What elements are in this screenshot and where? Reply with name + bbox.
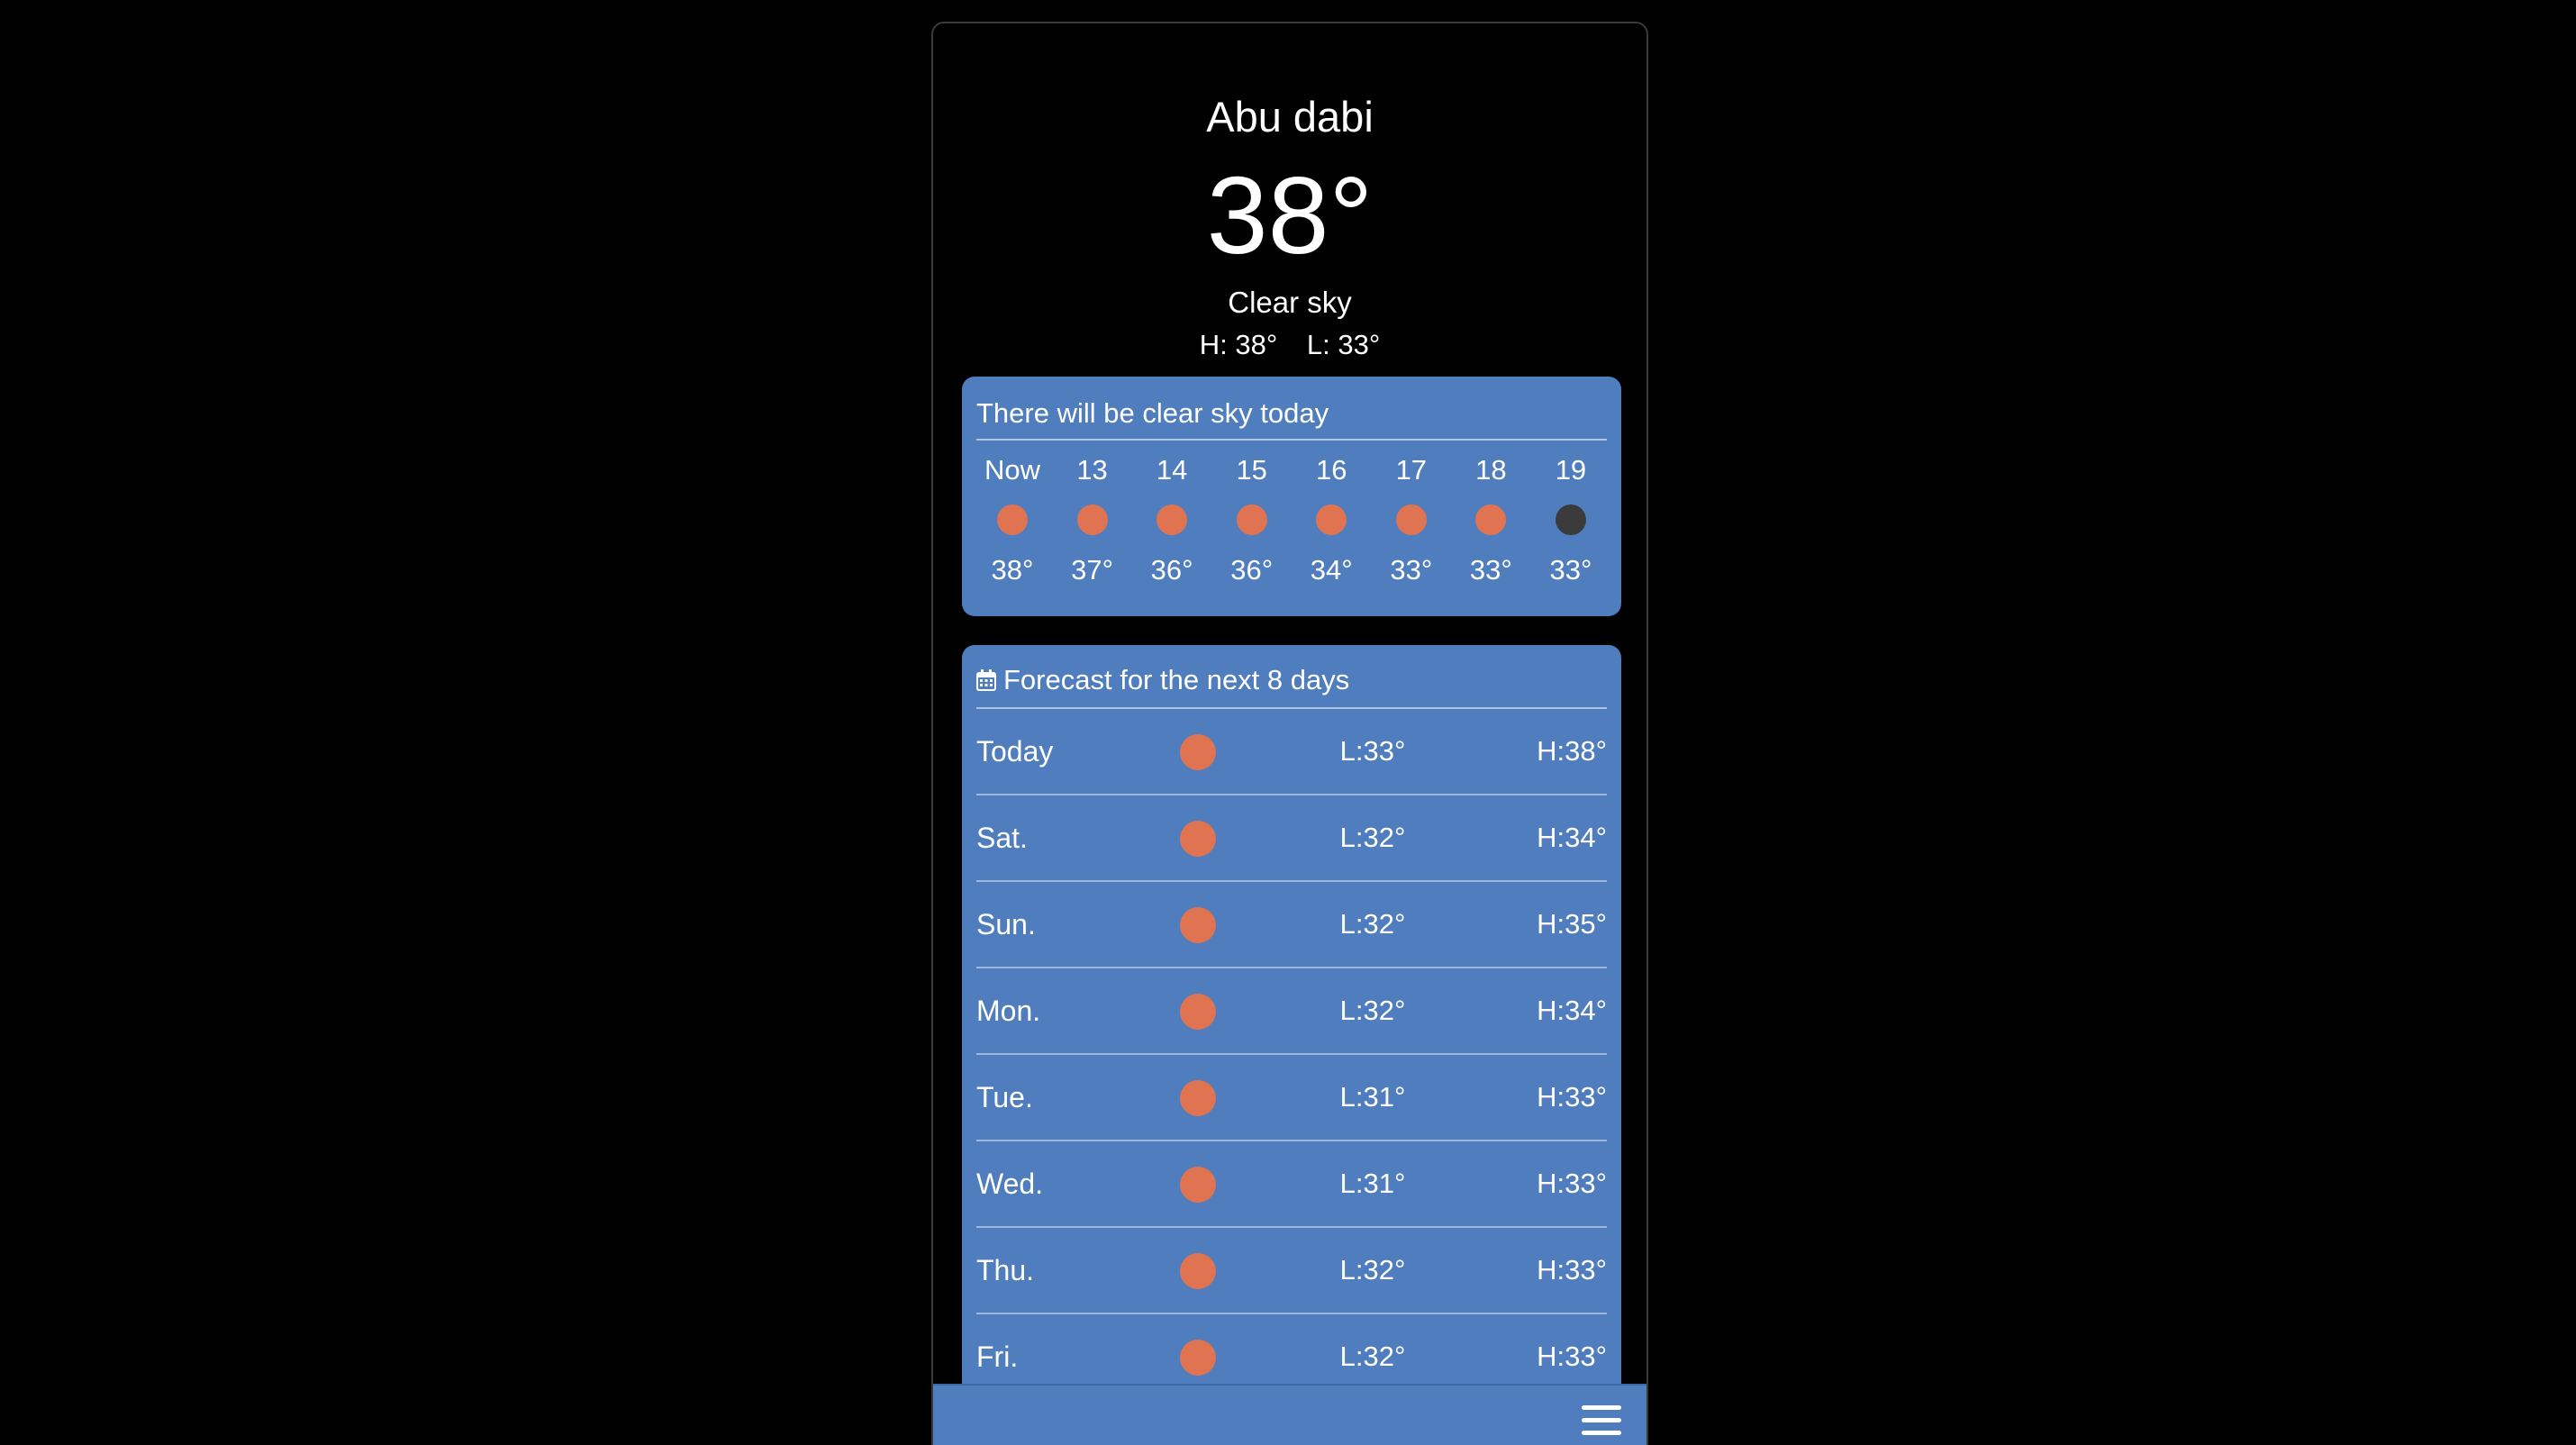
high-low-summary: H: 38° L: 33° [933,328,1646,361]
day-low-temp: L:33° [1339,735,1406,768]
day-name: Fri. [976,1340,1019,1374]
sun-icon [1180,994,1216,1031]
hourly-time: 15 [1236,454,1267,486]
hourly-temp: 38° [991,554,1034,586]
hourly-item: Now 38° [976,453,1048,586]
daily-forecast-header: Forecast for the next 8 days [976,645,1607,710]
day-high-temp: H:33° [1537,1340,1607,1373]
hourly-item: 19 33° [1535,453,1607,586]
hourly-time: 18 [1475,454,1507,486]
hourly-time: 17 [1395,454,1428,486]
hourly-time: 19 [1555,454,1587,486]
daily-forecast-row: Sun. L:32° H:35° [976,882,1607,969]
hamburger-menu-icon[interactable] [1582,1405,1621,1441]
weather-app-frame: Abu dabi 38° Clear sky H: 38° L: 33° The… [931,22,1648,1445]
hourly-item: 15 36° [1216,453,1288,586]
day-name: Wed. [976,1168,1044,1201]
sun-icon [1180,734,1216,771]
current-condition: Clear sky [1228,286,1352,319]
menu-line [1582,1418,1621,1422]
hourly-temp: 36° [1230,554,1274,586]
daily-forecast-row: Wed. L:31° H:33° [976,1141,1607,1229]
calendar-icon [976,669,996,691]
day-low-temp: L:32° [1339,995,1406,1027]
bottom-nav-bar [933,1384,1646,1445]
today-low: L: 33° [1306,329,1381,360]
hourly-temp: 36° [1150,554,1193,586]
sun-icon [1316,504,1347,536]
day-low-temp: L:31° [1339,1081,1406,1113]
day-high-temp: H:33° [1537,1081,1607,1113]
day-low-temp: L:32° [1339,822,1406,854]
day-high-temp: H:35° [1537,908,1607,941]
sun-icon [1475,504,1507,536]
hourly-temp: 37° [1071,554,1113,586]
daily-forecast-row: Today L:33° H:38° [976,709,1607,796]
sun-icon [1076,504,1108,536]
hourly-time: 14 [1156,454,1188,486]
sun-icon [1156,504,1188,536]
sun-icon [1180,1167,1216,1204]
hourly-forecast-title: There will be clear sky today [976,377,1607,441]
sun-icon [1180,1080,1216,1117]
hourly-temp: 34° [1310,554,1353,586]
day-low-temp: L:32° [1339,1340,1406,1373]
hourly-forecast-card: There will be clear sky today Now 38° 13 37… [962,377,1621,616]
hourly-temp: 33° [1469,554,1512,586]
hourly-item: 17 33° [1375,453,1447,586]
day-low-temp: L:32° [1339,908,1406,941]
daily-forecast-row: Mon. L:32° H:34° [976,968,1607,1056]
day-name: Today [976,735,1054,768]
hourly-forecast-list: Now 38° 13 37° 14 36° 15 36° 16 34° 17 33° 18 33° 19 33… [976,453,1607,586]
day-name: Tue. [976,1081,1033,1114]
sun-icon [1180,1253,1216,1290]
daily-forecast-title: Forecast for the next 8 days [1003,664,1350,695]
hourly-time: 13 [1076,454,1108,486]
hourly-time: 16 [1316,454,1347,486]
day-name: Thu. [976,1254,1035,1287]
day-name: Mon. [976,995,1041,1028]
daily-forecast-row: Tue. L:31° H:33° [976,1055,1607,1142]
city-name: Abu dabi [1206,93,1374,141]
daily-forecast-list: Today L:33° H:38° Sat. L:32° H:34° Sun. L:32° H:… [976,709,1607,1402]
day-high-temp: H:34° [1537,995,1607,1027]
hourly-temp: 33° [1390,554,1433,586]
hourly-time: Now [984,454,1040,486]
sun-icon [1236,504,1267,536]
day-high-temp: H:38° [1537,735,1607,768]
app-root: Abu dabi 38° Clear sky H: 38° L: 33° The… [0,0,2576,1445]
day-high-temp: H:34° [1537,822,1607,854]
sun-icon [1180,821,1216,858]
daily-forecast-row: Sat. L:32° H:34° [976,795,1607,883]
sun-icon [1395,504,1427,536]
day-high-temp: H:33° [1537,1168,1607,1200]
daily-forecast-card: Forecast for the next 8 days Today L:33° H… [962,645,1621,1445]
hourly-item: 14 36° [1136,453,1208,586]
today-high: H: 38° [1199,329,1278,360]
sun-icon [997,504,1028,536]
day-low-temp: L:32° [1339,1254,1406,1286]
daily-forecast-row: Thu. L:32° H:33° [976,1228,1607,1315]
menu-line [1582,1405,1621,1410]
sun-icon [1180,1340,1216,1377]
current-temperature: 38° [1206,154,1374,277]
sun-icon [1180,907,1216,944]
day-low-temp: L:31° [1339,1168,1406,1200]
menu-line [1582,1431,1621,1435]
day-name: Sun. [976,908,1036,941]
hourly-item: 13 37° [1057,453,1129,586]
hourly-item: 16 34° [1295,453,1367,586]
hourly-temp: 33° [1549,554,1592,586]
day-high-temp: H:33° [1537,1254,1607,1286]
hourly-item: 18 33° [1455,453,1527,586]
day-name: Sat. [976,822,1028,855]
moon-icon [1555,504,1586,536]
